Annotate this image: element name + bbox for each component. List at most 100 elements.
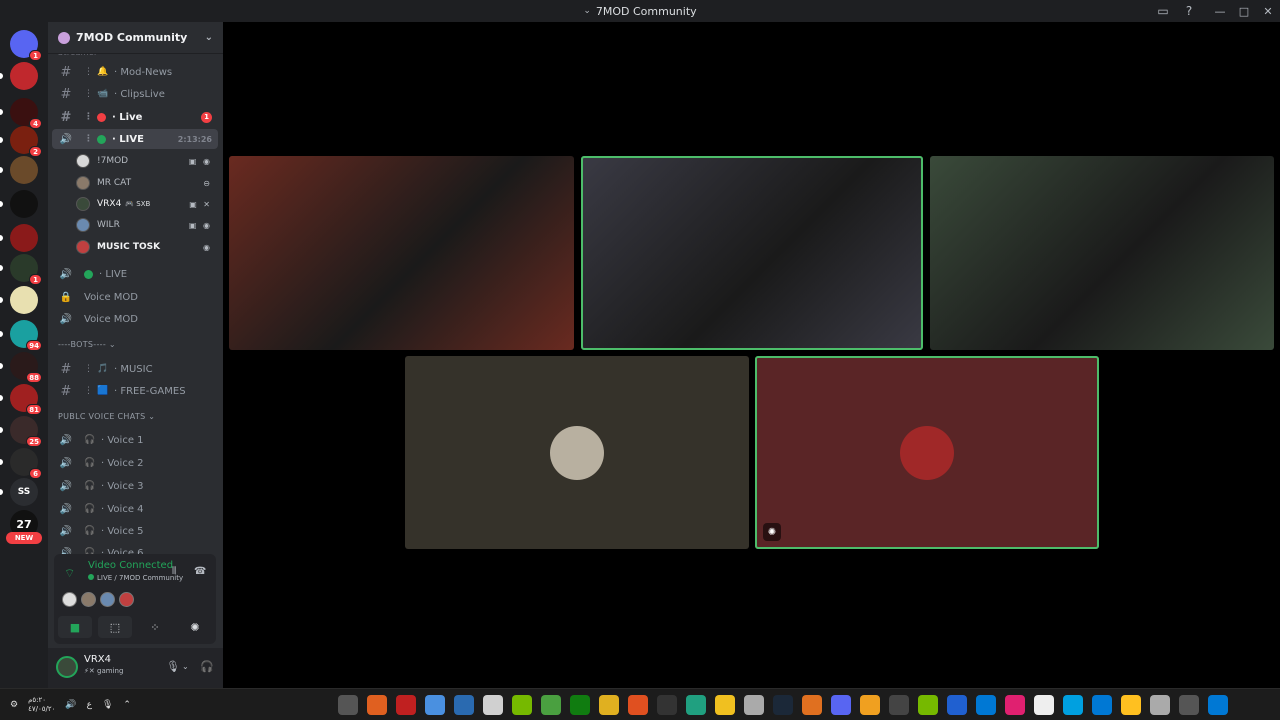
voice-member[interactable]: WILR ▣ ◉ bbox=[76, 215, 218, 235]
minimize-button[interactable]: — bbox=[1208, 0, 1232, 22]
firefox-icon[interactable] bbox=[367, 695, 387, 715]
server-red-emblem[interactable] bbox=[10, 62, 38, 90]
capcut-icon[interactable] bbox=[889, 695, 909, 715]
category-bots[interactable]: ----BOTS---- ⌄ bbox=[58, 340, 116, 349]
opera-icon[interactable] bbox=[396, 695, 416, 715]
server-red-circle[interactable] bbox=[10, 224, 38, 252]
app-icon[interactable] bbox=[860, 695, 880, 715]
channel-public-voice[interactable]: 🔊 🎧 · Voice 3 bbox=[52, 476, 218, 496]
channel-live-2[interactable]: 🔊 · LIVE bbox=[52, 264, 218, 284]
obs-icon[interactable] bbox=[483, 695, 503, 715]
server-dark-88[interactable]: 88 bbox=[10, 352, 42, 383]
search-icon[interactable] bbox=[1179, 695, 1199, 715]
video-tile-mr-cat[interactable] bbox=[405, 356, 749, 549]
noise-suppression-icon[interactable]: ⫴ bbox=[172, 566, 176, 577]
nvidia-icon[interactable] bbox=[512, 695, 532, 715]
server-yellow-t[interactable] bbox=[10, 286, 38, 314]
channel-public-voice[interactable]: 🔊 🎧 · Voice 2 bbox=[52, 453, 218, 473]
folder-game-icon[interactable] bbox=[599, 695, 619, 715]
channel-public-voice[interactable]: 🔊 🎧 · Voice 4 bbox=[52, 499, 218, 519]
app-icon[interactable] bbox=[338, 695, 358, 715]
chrome-icon[interactable] bbox=[425, 695, 445, 715]
app-icon[interactable] bbox=[947, 695, 967, 715]
app-icon[interactable] bbox=[1150, 695, 1170, 715]
camera-button[interactable]: ■ bbox=[58, 616, 92, 638]
nvidia-app-icon[interactable] bbox=[541, 695, 561, 715]
channel-live-voice[interactable]: 🔊 ⋮ · LIVE 2:13:26 bbox=[52, 129, 218, 149]
server-dark-red[interactable]: 4 bbox=[10, 98, 42, 129]
avatar[interactable] bbox=[62, 592, 77, 607]
channel-voice-mod-2[interactable]: 🔊 Voice MOD bbox=[52, 309, 218, 329]
channel-music[interactable]: # ⋮ 🎵 · MUSIC bbox=[52, 359, 218, 379]
settings-icon[interactable] bbox=[744, 695, 764, 715]
microphone-icon[interactable]: 🎙 bbox=[166, 660, 180, 673]
voice-member[interactable]: !7MOD ▣ ◉ bbox=[76, 151, 218, 171]
explorer-icon[interactable] bbox=[1121, 695, 1141, 715]
inbox-icon[interactable]: ▭ bbox=[1150, 0, 1176, 22]
voice-member[interactable]: VRX4 🎮 SXB ▣ ✕ bbox=[76, 194, 218, 214]
app-icon[interactable] bbox=[686, 695, 706, 715]
clock[interactable]: ٥:٢٠م ٤٧/٠٥/٢٠ bbox=[28, 696, 55, 714]
server-teal[interactable]: 94 bbox=[10, 320, 42, 351]
language-indicator[interactable]: ع bbox=[87, 700, 92, 710]
video-tile-1[interactable] bbox=[229, 156, 574, 350]
username[interactable]: VRX4 bbox=[84, 654, 111, 665]
channel-voice-mod-1[interactable]: 🔒 Voice MOD bbox=[52, 287, 218, 307]
signal-icon[interactable]: ⌔ bbox=[64, 566, 75, 581]
avatar[interactable] bbox=[119, 592, 134, 607]
server-dog[interactable] bbox=[10, 156, 38, 184]
disconnect-icon[interactable]: ☎ bbox=[194, 566, 206, 577]
rockstar-icon[interactable] bbox=[715, 695, 735, 715]
screen-share-button[interactable]: ⬚ bbox=[98, 616, 132, 638]
discord-icon[interactable] bbox=[831, 695, 851, 715]
channel-public-voice[interactable]: 🔊 🎧 · Voice 1 bbox=[52, 430, 218, 450]
epic-icon[interactable] bbox=[657, 695, 677, 715]
channel-clipslive[interactable]: # ⋮ 📹 · ClipsLive bbox=[52, 84, 218, 104]
store-icon[interactable] bbox=[454, 695, 474, 715]
origin-icon[interactable] bbox=[628, 695, 648, 715]
close-button[interactable]: ✕ bbox=[1256, 0, 1280, 22]
activities-button[interactable]: ⁘ bbox=[138, 616, 172, 638]
chevron-up-icon[interactable]: ⌃ bbox=[123, 700, 131, 710]
chevron-down-icon[interactable]: ⌄ bbox=[182, 662, 189, 671]
windows-start-icon[interactable] bbox=[1208, 695, 1228, 715]
server-dark-25[interactable]: 25 bbox=[10, 416, 42, 447]
help-icon[interactable]: ? bbox=[1176, 0, 1202, 22]
avatar[interactable] bbox=[100, 592, 115, 607]
maximize-button[interactable]: □ bbox=[1232, 0, 1256, 22]
channel-free-games[interactable]: # ⋮ 🟦 · FREE-GAMES bbox=[52, 381, 218, 401]
app-icon[interactable] bbox=[1005, 695, 1025, 715]
app-icon[interactable] bbox=[802, 695, 822, 715]
microphone-icon[interactable]: 🎙 bbox=[102, 700, 113, 710]
voice-status[interactable]: Video Connected bbox=[88, 560, 173, 571]
channel-public-voice[interactable]: 🔊 🎧 · Voice 5 bbox=[52, 521, 218, 541]
discord-home-icon[interactable]: 1 bbox=[10, 30, 42, 61]
channel-live-text[interactable]: # ⋮ · Live 1 bbox=[52, 107, 218, 127]
soundboard-button[interactable]: ✺ bbox=[178, 616, 212, 638]
network-icon[interactable]: ⚙ bbox=[10, 700, 18, 710]
voice-location[interactable]: LIVE / 7MOD Community bbox=[88, 574, 183, 582]
server-dark-6[interactable]: 6 bbox=[10, 448, 42, 479]
headphones-icon[interactable]: 🎧 bbox=[200, 660, 214, 673]
server-black-logo[interactable] bbox=[10, 190, 38, 218]
app-icon[interactable] bbox=[918, 695, 938, 715]
server-red-81[interactable]: 81 bbox=[10, 384, 42, 415]
xbox-icon[interactable] bbox=[570, 695, 590, 715]
avatar[interactable] bbox=[81, 592, 96, 607]
channel-mod-news[interactable]: # ⋮ 🔔 · Mod-News bbox=[52, 62, 218, 82]
steam-icon[interactable] bbox=[773, 695, 793, 715]
server-ss[interactable]: SS bbox=[10, 478, 38, 506]
guild-header[interactable]: 7MOD Community ⌄ bbox=[48, 22, 223, 54]
app-icon[interactable] bbox=[1063, 695, 1083, 715]
server-mm[interactable]: 2 bbox=[10, 126, 42, 157]
video-tile-3[interactable] bbox=[930, 156, 1274, 350]
app-icon[interactable] bbox=[1034, 695, 1054, 715]
server-green-arrow[interactable]: 1 bbox=[10, 254, 42, 285]
video-tile-2[interactable] bbox=[581, 156, 923, 350]
video-tile-music-tosk[interactable]: ✺ bbox=[755, 356, 1099, 549]
app-icon[interactable] bbox=[1092, 695, 1112, 715]
outlook-icon[interactable] bbox=[976, 695, 996, 715]
avatar[interactable] bbox=[56, 656, 78, 678]
volume-icon[interactable]: 🔊 bbox=[65, 700, 76, 710]
category-public-voice[interactable]: PUBLC VOICE CHATS ⌄ bbox=[58, 412, 155, 421]
